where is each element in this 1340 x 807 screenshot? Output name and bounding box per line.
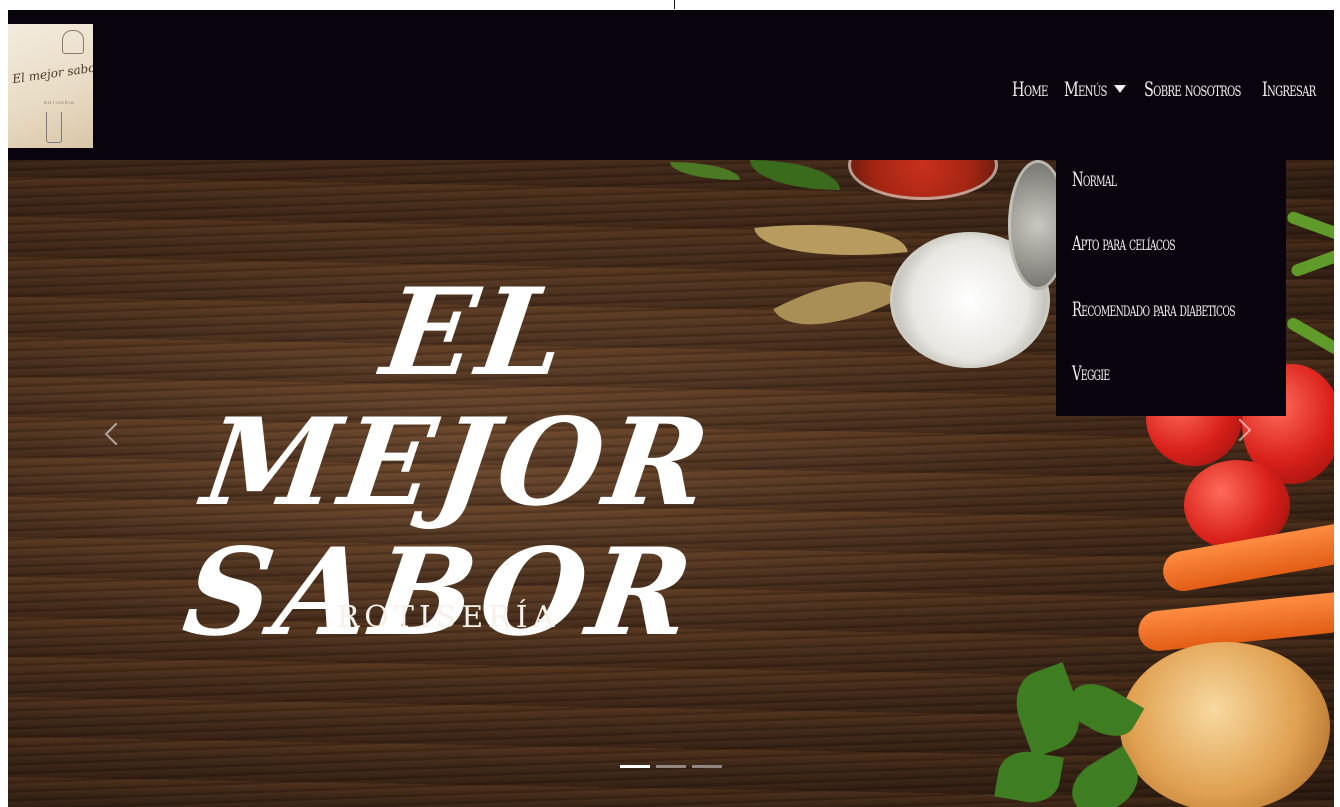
logo[interactable]: El mejor sabor ROTISERIA [8, 24, 93, 148]
carousel-indicators [620, 765, 722, 768]
text-cursor-icon [674, 0, 675, 9]
green-bean [1285, 315, 1334, 357]
page: El mejor sabor ROTISERIA Home Menús Sobr… [0, 0, 1340, 807]
herb-leaf-icon [750, 160, 840, 190]
nav-login[interactable]: Ingresar [1262, 74, 1336, 104]
nav-home-label: Home [1012, 77, 1048, 101]
carousel-indicator[interactable] [620, 765, 650, 768]
hero-title-line1: EL MEJOR [195, 262, 721, 533]
fork-icon [46, 112, 62, 143]
basil-leaf-icon [994, 746, 1064, 807]
onion [1120, 642, 1330, 807]
nav-home[interactable]: Home [1012, 74, 1061, 104]
hero-title-line2: SABOR [176, 522, 704, 663]
logo-subtext: ROTISERIA [44, 100, 75, 105]
hero-subtitle: ROTISERÍA [336, 600, 560, 635]
nav-login-label: Ingresar [1262, 77, 1316, 101]
green-bean [1285, 210, 1334, 242]
carousel-indicator[interactable] [692, 765, 722, 768]
dropdown-item-diabetic[interactable]: Recomendado para diabeticos [1072, 294, 1236, 324]
green-bean [1289, 246, 1334, 278]
chef-hat-icon [62, 30, 84, 54]
dropdown-item-veggie[interactable]: Veggie [1072, 358, 1110, 388]
dropdown-item-celiac[interactable]: Apto para celíacos [1072, 228, 1176, 258]
paprika-jar [848, 160, 998, 200]
nav-about-label: Sobre nosotros [1144, 77, 1241, 101]
herb-leaf-icon [670, 162, 740, 180]
bay-leaf-icon [754, 212, 908, 268]
logo-text: El mejor sabor [11, 59, 93, 87]
nav-menus[interactable]: Menús [1064, 74, 1126, 104]
nav-menus-label: Menús [1064, 77, 1107, 101]
nav-about[interactable]: Sobre nosotros [1144, 74, 1278, 104]
dropdown-item-normal[interactable]: Normal [1072, 164, 1117, 194]
menus-dropdown: Normal Apto para celíacos Recomendado pa… [1056, 150, 1286, 416]
carousel-indicator[interactable] [656, 765, 686, 768]
navbar [8, 10, 1334, 160]
caret-down-icon [1114, 85, 1126, 93]
